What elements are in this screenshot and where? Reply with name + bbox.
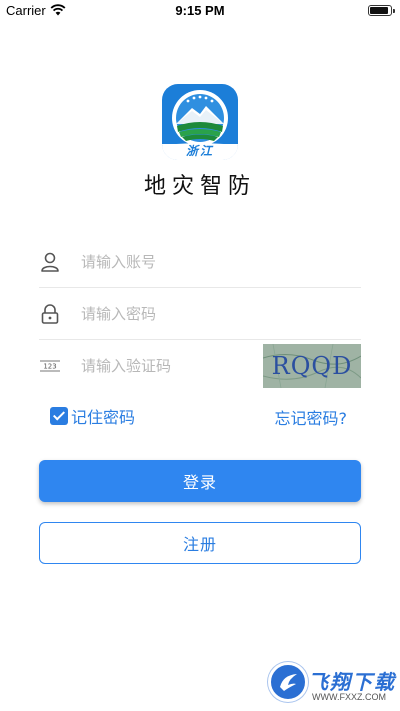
forgot-password-link[interactable]: 忘记密码? (275, 405, 348, 429)
watermark: 飞翔下载 WWW.FXXZ.COM (268, 662, 398, 708)
register-button[interactable]: 注册 (39, 522, 361, 564)
account-field-row (39, 236, 361, 288)
password-input[interactable] (81, 300, 341, 328)
remember-password-label: 记住密码 (71, 408, 136, 427)
captcha-image[interactable]: RQQD (263, 344, 361, 388)
password-field-row (39, 288, 361, 340)
login-button[interactable]: 登录 (39, 460, 361, 502)
user-icon (41, 252, 59, 272)
watermark-title: 飞翔下载 (308, 670, 396, 694)
captcha-code: RQQD (271, 352, 353, 380)
number-keypad-icon: 123 (40, 360, 60, 372)
captcha-input[interactable] (81, 352, 251, 380)
account-input[interactable] (81, 248, 341, 276)
captcha-field-row: 123 RQQD (39, 340, 361, 392)
watermark-url: WWW.FXXZ.COM (312, 692, 386, 702)
app-logo: 浙江 (162, 84, 238, 160)
app-title: 地灾智防 (143, 174, 256, 199)
svg-text:123: 123 (43, 363, 56, 371)
lock-icon (41, 304, 59, 324)
battery-icon (368, 5, 395, 16)
clock: 9:15 PM (175, 3, 225, 18)
remember-password-toggle[interactable]: 记住密码 (50, 405, 135, 427)
status-bar: Carrier 9:15 PM (0, 0, 400, 22)
remember-checkbox[interactable] (50, 407, 68, 425)
watermark-logo-icon (268, 662, 308, 702)
logo-badge-text: 浙江 (185, 144, 214, 158)
